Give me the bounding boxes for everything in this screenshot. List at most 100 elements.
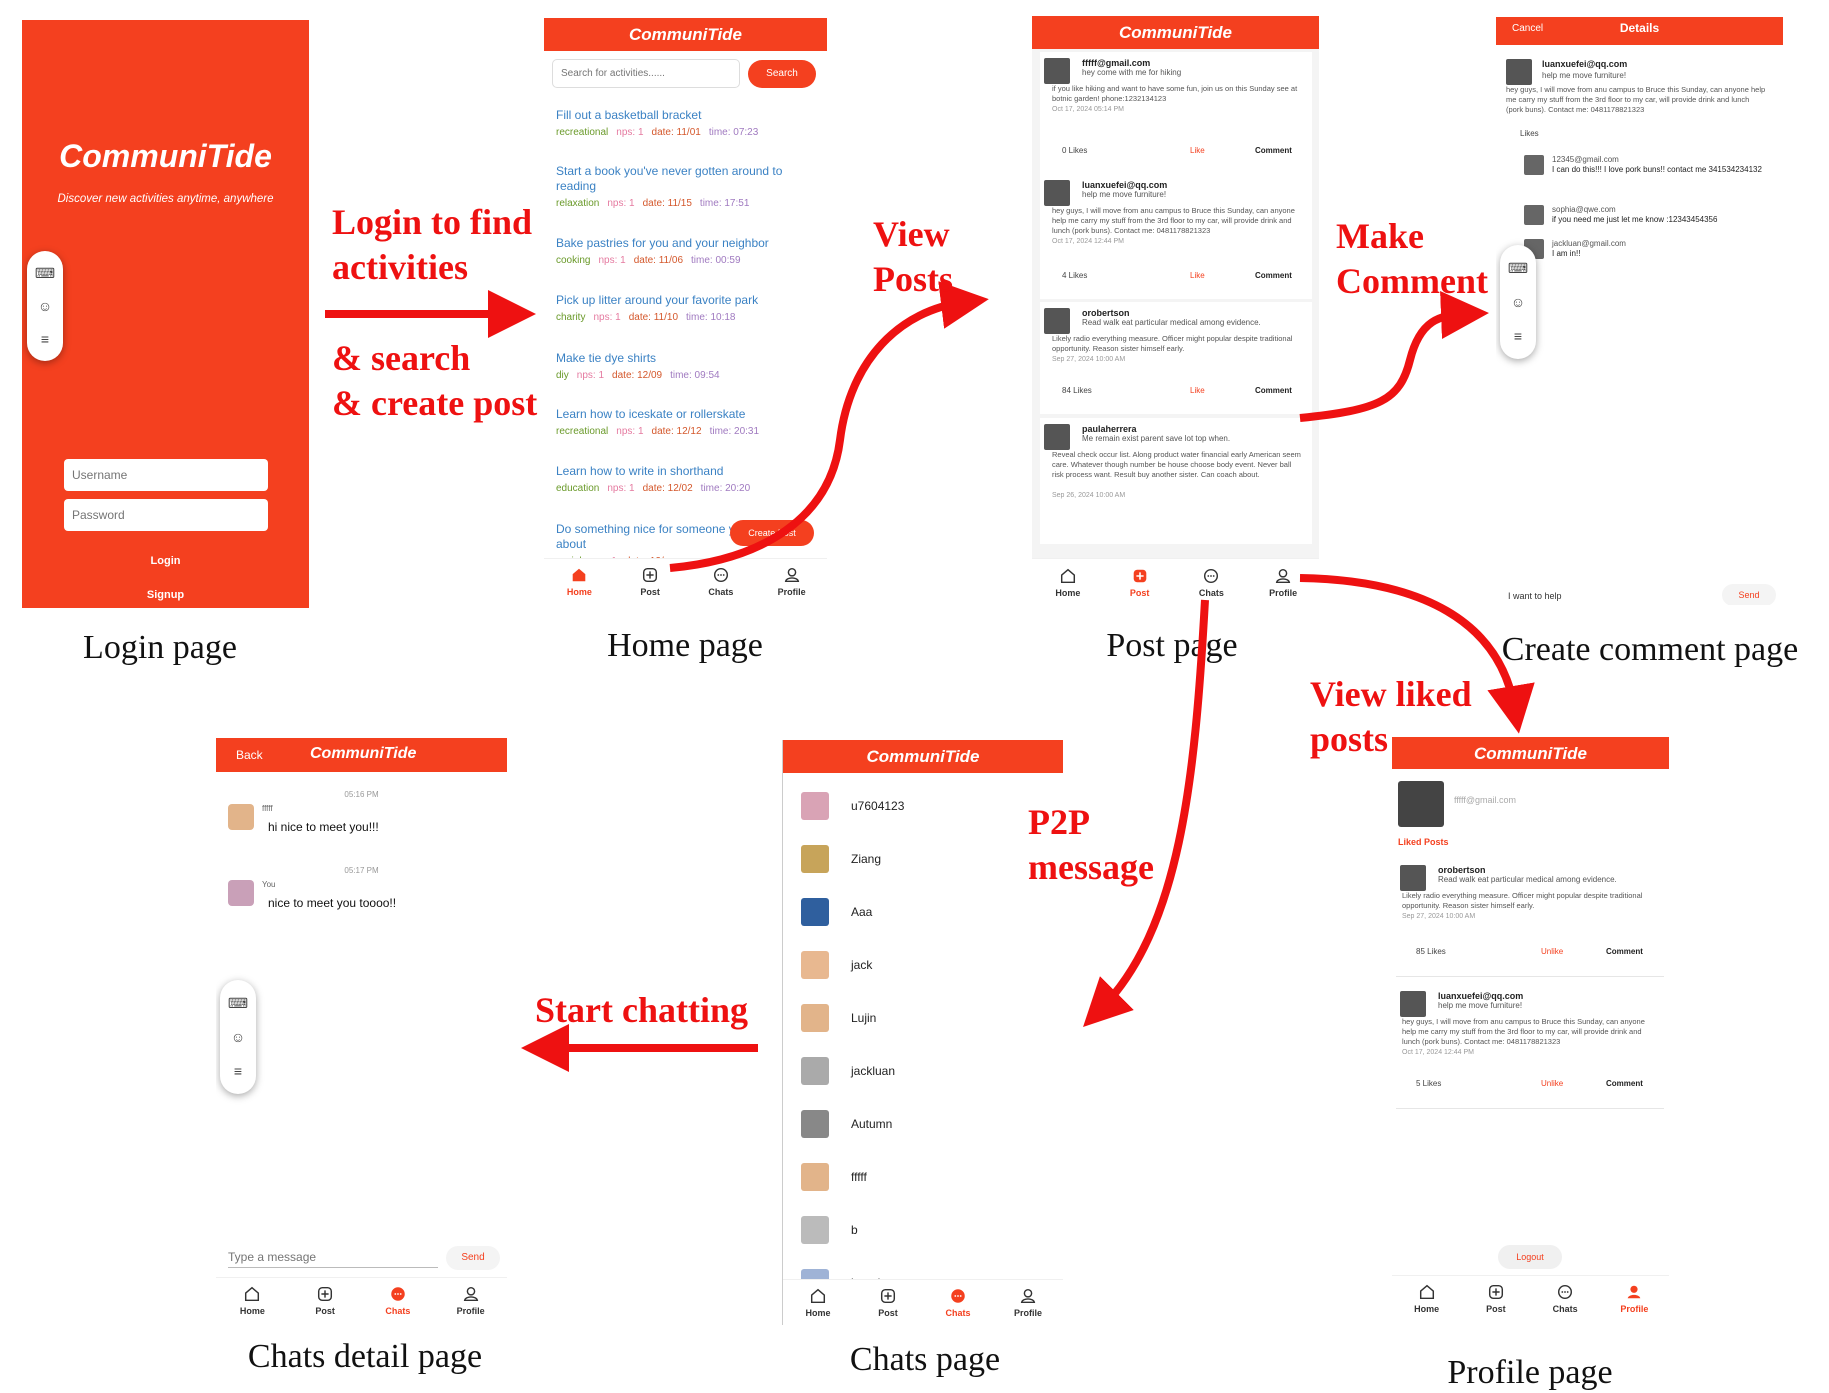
back-button[interactable]: Back: [236, 748, 263, 762]
comment-text: I am in!!: [1552, 249, 1581, 258]
liked-post-card[interactable]: luanxuefei@qq.com help me move furniture!…: [1396, 985, 1664, 1109]
activity-item[interactable]: Learn how to iceskate or rollerskate recr…: [556, 407, 796, 437]
profile-screen: CommuniTide fffff@gmail.com Liked Posts …: [1392, 737, 1669, 1321]
nav-chats[interactable]: Chats: [928, 1287, 988, 1318]
floating-toolbar[interactable]: ⌨ ☺ ≡: [27, 251, 63, 361]
tagline: Discover new activities anytime, anywher…: [57, 193, 274, 205]
like-button[interactable]: Like: [1190, 271, 1205, 280]
activity-category: education: [556, 483, 600, 494]
nav-profile[interactable]: Profile: [1253, 567, 1313, 598]
activity-item[interactable]: Pick up litter around your favorite park…: [556, 293, 796, 323]
nav-profile[interactable]: Profile: [441, 1285, 501, 1316]
contact-item[interactable]: Autumn: [801, 1110, 1041, 1140]
plus-square-icon: [643, 567, 658, 583]
logout-button[interactable]: Logout: [1498, 1245, 1562, 1269]
author-avatar: [1506, 59, 1532, 85]
username-field[interactable]: [64, 459, 268, 491]
nav-home[interactable]: Home: [1397, 1283, 1457, 1314]
nav-home[interactable]: Home: [1038, 567, 1098, 598]
contact-item[interactable]: b: [801, 1216, 1041, 1246]
comment-button[interactable]: Comment: [1255, 386, 1292, 395]
nav-home[interactable]: Home: [222, 1285, 282, 1316]
contact-item[interactable]: Lujin: [801, 1004, 1041, 1034]
floating-toolbar[interactable]: ⌨ ☺ ≡: [1500, 245, 1536, 359]
signup-button[interactable]: Signup: [22, 589, 309, 601]
comment-text-block: sophia@qwe.com if you need me just let me…: [1552, 205, 1772, 225]
contact-item[interactable]: jackluan: [801, 1057, 1041, 1087]
menu-icon[interactable]: ≡: [234, 1063, 242, 1079]
nav-post[interactable]: Post: [620, 566, 680, 597]
like-button[interactable]: Like: [1190, 386, 1205, 395]
comment-input[interactable]: I want to help: [1508, 591, 1708, 601]
send-button[interactable]: Send: [446, 1246, 500, 1270]
activity-time: time: 17:51: [699, 198, 750, 209]
contact-item[interactable]: Aaa: [801, 898, 1041, 928]
post-avatar: [1044, 58, 1070, 84]
post-card[interactable]: luanxuefei@qq.com help me move furniture!…: [1040, 174, 1312, 299]
post-card[interactable]: orobertson Read walk eat particular medic…: [1040, 302, 1312, 414]
comment-button[interactable]: Comment: [1255, 271, 1292, 280]
emoji-icon[interactable]: ☺: [1511, 294, 1525, 310]
activity-category: cooking: [556, 255, 591, 266]
nav-chats[interactable]: Chats: [691, 566, 751, 597]
nav-post[interactable]: Post: [1466, 1283, 1526, 1314]
nav-profile-label: Profile: [1620, 1304, 1649, 1314]
password-field[interactable]: [64, 499, 268, 531]
nav-home[interactable]: Home: [788, 1287, 848, 1318]
activity-item[interactable]: Bake pastries for you and your neighbor c…: [556, 236, 796, 266]
arrow-post-to-comment: [1299, 290, 1489, 422]
post-card[interactable]: paulaherrera Me remain exist parent save …: [1040, 418, 1312, 544]
nav-profile[interactable]: Profile: [762, 566, 822, 597]
keyboard-icon[interactable]: ⌨: [1508, 260, 1528, 277]
emoji-icon[interactable]: ☺: [231, 1029, 245, 1045]
comment-button[interactable]: Comment: [1255, 146, 1292, 155]
emoji-icon[interactable]: ☺: [38, 298, 52, 314]
comment-button[interactable]: Comment: [1606, 1079, 1643, 1088]
search-button[interactable]: Search: [748, 60, 816, 88]
nav-chats-label: Chats: [385, 1306, 411, 1316]
search-input[interactable]: [552, 59, 740, 88]
contact-item[interactable]: fffff: [801, 1163, 1041, 1193]
nav-profile[interactable]: Profile: [998, 1287, 1058, 1318]
unlike-button[interactable]: Unlike: [1541, 947, 1563, 956]
nav-post[interactable]: Post: [295, 1285, 355, 1316]
contact-item[interactable]: jack: [801, 951, 1041, 981]
menu-icon[interactable]: ≡: [41, 331, 49, 347]
nav-chats[interactable]: Chats: [1535, 1283, 1595, 1314]
nav-post[interactable]: Post: [858, 1287, 918, 1318]
post-body: hey guys, I will move from anu campus to…: [1506, 85, 1766, 114]
message-input[interactable]: [228, 1246, 438, 1268]
activity-item[interactable]: Start a book you've never gotten around …: [556, 164, 796, 209]
liked-post-card[interactable]: orobertson Read walk eat particular medic…: [1396, 859, 1664, 977]
nav-home-label: Home: [566, 587, 592, 597]
activity-item[interactable]: Learn how to write in shorthand education…: [556, 464, 796, 494]
activity-category: recreational: [556, 127, 609, 138]
unlike-button[interactable]: Unlike: [1541, 1079, 1563, 1088]
post-card[interactable]: fffff@gmail.com hey come with me for hiki…: [1040, 52, 1312, 174]
bottom-nav: Home Post Chats Profile: [544, 558, 827, 604]
menu-icon[interactable]: ≡: [1514, 328, 1522, 344]
send-button[interactable]: Send: [1722, 584, 1776, 605]
comment-button[interactable]: Comment: [1606, 947, 1643, 956]
create-post-button[interactable]: Create Post: [730, 520, 814, 546]
login-button[interactable]: Login: [22, 555, 309, 567]
activity-item[interactable]: Make tie dye shirts diy nps: 1 date: 12/09 t…: [556, 351, 796, 381]
post-subtitle: help me move furniture!: [1542, 71, 1627, 80]
activity-title: Learn how to write in shorthand: [556, 464, 724, 478]
nav-post[interactable]: Post: [1110, 567, 1170, 598]
keyboard-icon[interactable]: ⌨: [228, 995, 248, 1012]
post-user: luanxuefei@qq.com: [1542, 59, 1628, 69]
comment-text-block: jackluan@gmail.com I am in!!: [1552, 239, 1772, 259]
activity-item[interactable]: Fill out a basketball bracket recreationa…: [556, 108, 796, 138]
activity-title: Pick up litter around your favorite park: [556, 293, 759, 307]
nav-chats[interactable]: Chats: [1181, 567, 1241, 598]
label-login-find: Login to find activities: [332, 202, 533, 287]
contact-item[interactable]: Ziang: [801, 845, 1041, 875]
keyboard-icon[interactable]: ⌨: [35, 265, 55, 282]
nav-profile[interactable]: Profile: [1604, 1283, 1664, 1314]
contact-item[interactable]: u7604123: [801, 792, 1041, 822]
nav-chats[interactable]: Chats: [368, 1285, 428, 1316]
floating-toolbar[interactable]: ⌨ ☺ ≡: [220, 980, 256, 1094]
like-button[interactable]: Like: [1190, 146, 1205, 155]
nav-home[interactable]: Home: [549, 566, 609, 597]
